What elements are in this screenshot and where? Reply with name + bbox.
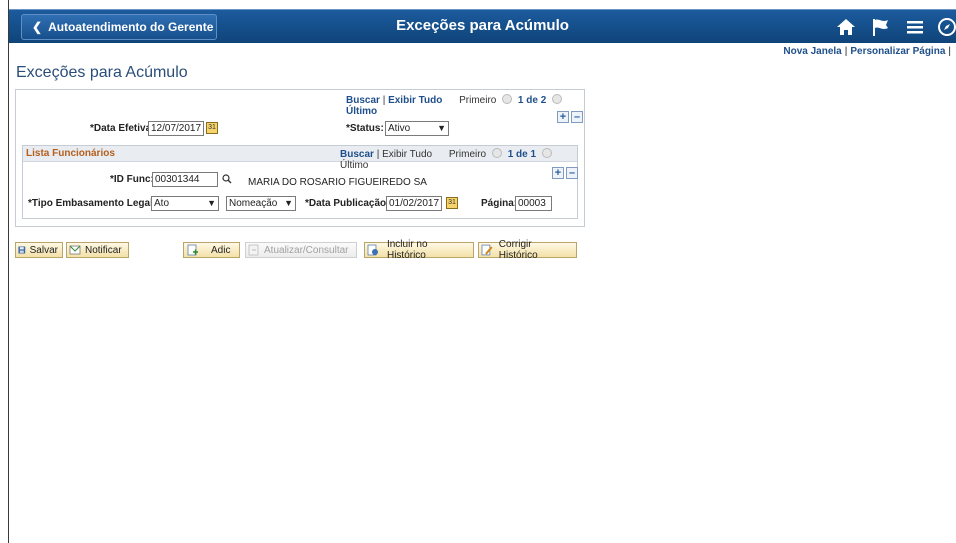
employee-list-header: Lista Funcionários Buscar | Exibir Tudo …: [23, 146, 577, 171]
link-separator: |: [948, 46, 951, 57]
add-row-icon[interactable]: +: [552, 167, 564, 179]
correct-history-icon: [481, 244, 493, 256]
prev-arrow-icon[interactable]: [502, 94, 513, 104]
nav-separator: |: [382, 95, 386, 106]
correct-history-button[interactable]: Corrigir Histórico: [478, 239, 577, 261]
legal-basis-label: *Tipo Embasamento Legal:: [28, 198, 157, 209]
employee-name: MARIA DO ROSARIO FIGUEIREDO SA: [248, 177, 427, 188]
home-back-label: Autoatendimento do Gerente: [48, 20, 214, 34]
prev-arrow-icon[interactable]: [491, 148, 502, 158]
add-button[interactable]: Adic: [183, 242, 240, 258]
status-value: Ativo: [388, 123, 411, 134]
effective-date-label: *Data Efetiva:: [90, 123, 155, 134]
calendar-icon[interactable]: 31: [206, 122, 218, 134]
search-link[interactable]: Buscar: [340, 149, 374, 160]
row-count: 1 de 1: [507, 149, 537, 160]
header-banner: ❮ Autoatendimento do Gerente Exceções pa…: [9, 9, 956, 43]
include-history-button-label: Incluir no Histórico: [386, 239, 428, 261]
employee-id-label: *ID Func:: [110, 174, 154, 185]
status-label: *Status:: [346, 123, 384, 134]
notify-button[interactable]: Notificar: [66, 242, 129, 258]
header-nav: Buscar | Exibir Tudo Primeiro 1 de 2 Últ…: [346, 94, 584, 117]
chevron-down-icon: ▼: [284, 198, 293, 208]
left-border: [8, 0, 9, 543]
row-count: 1 de 2: [517, 95, 547, 106]
search-link[interactable]: Buscar: [346, 95, 380, 106]
next-arrow-icon[interactable]: [541, 148, 552, 158]
main-panel: Buscar | Exibir Tudo Primeiro 1 de 2 Últ…: [15, 89, 585, 227]
delete-row-icon[interactable]: –: [566, 167, 578, 179]
refresh-icon: [248, 244, 259, 256]
include-history-icon: [367, 244, 378, 256]
compass-icon[interactable]: [936, 16, 956, 38]
update-consult-button-label: Atualizar/Consultar: [264, 244, 349, 256]
new-window-link[interactable]: Nova Janela: [783, 46, 841, 57]
add-row-icon[interactable]: +: [557, 111, 569, 123]
employee-list-panel: Lista Funcionários Buscar | Exibir Tudo …: [22, 145, 578, 219]
link-separator: |: [844, 46, 848, 57]
flag-icon[interactable]: [870, 16, 892, 38]
add-icon: [187, 244, 198, 256]
menu-icon[interactable]: [904, 16, 926, 38]
page-title: Exceções para Acúmulo: [16, 64, 188, 81]
delete-row-icon[interactable]: –: [571, 111, 583, 123]
first-label: Primeiro: [459, 95, 497, 106]
appointment-select[interactable]: Nomeação ▼: [226, 196, 296, 211]
correct-history-button-label: Corrigir Histórico: [498, 239, 538, 261]
last-link[interactable]: Último: [346, 106, 377, 117]
appointment-value: Nomeação: [229, 198, 278, 209]
chevron-left-icon: ❮: [32, 20, 43, 34]
calendar-icon[interactable]: 31: [446, 197, 458, 209]
search-icon[interactable]: [222, 174, 232, 184]
legal-basis-select[interactable]: Ato ▼: [151, 196, 219, 211]
employee-nav: Buscar | Exibir Tudo Primeiro 1 de 1 Últ…: [340, 148, 577, 171]
top-links: Nova Janela | Personalizar Página |: [783, 46, 954, 57]
status-select[interactable]: Ativo ▼: [385, 121, 449, 136]
last-link[interactable]: Último: [340, 160, 368, 171]
view-all-link[interactable]: Exibir Tudo: [388, 95, 442, 106]
save-button-label: Salvar: [29, 244, 58, 256]
add-button-label: Adic: [211, 244, 231, 256]
page-input[interactable]: 00003: [515, 196, 552, 211]
save-button[interactable]: Salvar: [15, 242, 63, 258]
legal-basis-value: Ato: [154, 198, 170, 209]
employee-id-input[interactable]: 00301344: [152, 172, 218, 187]
personalize-page-link[interactable]: Personalizar Página: [850, 46, 945, 57]
notify-button-label: Notificar: [85, 244, 122, 256]
page-label: Página:: [481, 198, 518, 209]
notify-icon: [69, 245, 81, 255]
employee-list-title: Lista Funcionários: [26, 148, 115, 159]
save-icon: [18, 246, 26, 254]
publication-date-label: *Data Publicação:: [305, 198, 390, 209]
home-back-button[interactable]: ❮ Autoatendimento do Gerente: [21, 14, 217, 40]
view-all-link[interactable]: Exibir Tudo: [382, 149, 432, 160]
update-consult-button[interactable]: Atualizar/Consultar: [245, 242, 357, 258]
include-history-button[interactable]: Incluir no Histórico: [364, 239, 474, 261]
home-icon[interactable]: [835, 16, 857, 38]
nav-separator: |: [376, 149, 380, 160]
publication-date-input[interactable]: 01/02/2017: [386, 196, 442, 211]
effective-date-input[interactable]: 12/07/2017: [148, 121, 204, 136]
next-arrow-icon[interactable]: [552, 94, 563, 104]
first-label: Primeiro: [448, 149, 487, 160]
chevron-down-icon: ▼: [207, 198, 216, 208]
chevron-down-icon: ▼: [437, 123, 446, 133]
